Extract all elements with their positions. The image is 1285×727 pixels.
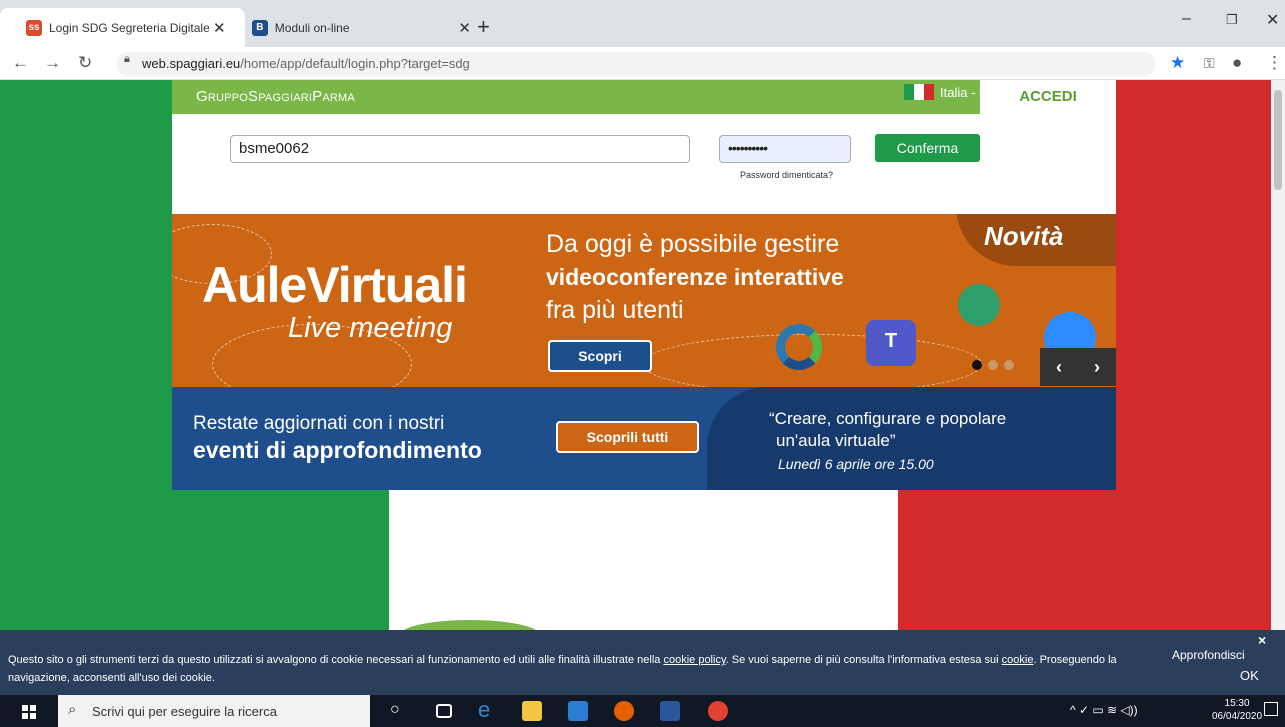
cookie-policy-link[interactable]: cookie policy [663, 654, 725, 666]
event-date: Lunedì 6 aprile ore 15.00 [778, 456, 934, 472]
edge-icon[interactable]: e [478, 697, 498, 722]
banner-line-2: videoconferenze interattive [546, 264, 844, 290]
tab-title: Login SDG Segreteria Digitale Gr [49, 20, 209, 35]
windows-taskbar: ⌕ Scrivi qui per eseguire la ricerca ○ e… [0, 695, 1285, 727]
carousel-controls[interactable]: ‹ › [1040, 348, 1116, 386]
cortana-icon[interactable]: ○ [390, 701, 410, 721]
cookie-text-part: . Se vuoi saperne di più consulta l'info… [725, 654, 1002, 666]
taskbar-search-placeholder: Scrivi qui per eseguire la ricerca [92, 704, 277, 719]
cookie-link[interactable]: cookie [1002, 654, 1034, 666]
event-title-line-2: un'aula virtuale” [776, 431, 896, 450]
confirm-button[interactable]: Conferma [875, 134, 980, 162]
scrollbar[interactable] [1271, 80, 1285, 695]
meet-icon [958, 284, 1000, 326]
close-window-button[interactable]: ✕ [1266, 10, 1279, 30]
aule-virtuali-banner[interactable]: Novità AuleVirtuali Live meeting Da oggi… [172, 214, 1116, 387]
username-input[interactable]: bsme0062 [230, 135, 690, 163]
close-tab-icon[interactable]: ✕ [458, 19, 471, 37]
reload-icon[interactable]: ↻ [78, 53, 92, 73]
banner-line-3: fra più utenti [546, 296, 684, 324]
language-selector[interactable]: Italia - it [904, 84, 986, 100]
search-icon: ⌕ [68, 701, 77, 718]
bookmark-star-icon[interactable]: ★ [1170, 53, 1185, 73]
cookie-close-icon[interactable]: × [1258, 632, 1266, 648]
tab-title: Moduli on-line [274, 20, 350, 35]
approfondisci-link[interactable]: Approfondisci [1172, 648, 1245, 662]
url-field[interactable]: web.spaggiari.eu/home/app/default/login.… [116, 52, 1156, 76]
eventi-banner[interactable]: Restate aggiornati con i nostri eventi d… [172, 387, 1116, 490]
chrome-icon[interactable] [708, 701, 728, 721]
site-header: GruppoSpaggiariParma Italia - it ACCEDI [172, 80, 1116, 114]
mail-icon[interactable] [568, 701, 588, 721]
cookie-text: Questo sito o gli strumenti terzi da que… [8, 651, 1128, 687]
maximize-button[interactable]: ❐ [1226, 12, 1238, 28]
carousel-prev-button[interactable]: ‹ [1056, 357, 1062, 378]
web-page: GruppoSpaggiariParma Italia - it ACCEDI … [0, 80, 1285, 695]
profile-icon[interactable]: ● [1232, 53, 1242, 73]
eventi-line-2: eventi di approfondimento [193, 437, 482, 463]
address-bar-row: ← → ↻ web.spaggiari.eu/home/app/default/… [0, 47, 1285, 80]
task-view-icon[interactable] [436, 704, 452, 718]
new-tab-button[interactable]: + [477, 14, 490, 40]
scrollbar-thumb[interactable] [1274, 90, 1282, 190]
spaggiari-favicon-icon: ss [26, 19, 42, 36]
taskbar-clock[interactable]: 15:30 06/04/2020 [1212, 697, 1262, 723]
word-icon[interactable] [660, 701, 680, 721]
file-explorer-icon[interactable] [522, 701, 542, 721]
aule-subtitle: Live meeting [288, 312, 453, 344]
language-label: Italia - it [940, 84, 986, 100]
browser-tab-bar: ss Login SDG Segreteria Digitale Gr ✕ B … [0, 0, 1285, 47]
novita-badge: Novità [984, 221, 1064, 251]
italy-flag-icon [904, 84, 934, 100]
eventi-line-1: Restate aggiornati con i nostri [193, 413, 445, 434]
tab-accedi[interactable]: ACCEDI [980, 80, 1116, 114]
event-title-line-1: “Creare, configurare e popolare [769, 409, 1007, 428]
notification-icon[interactable] [1264, 702, 1278, 716]
back-arrow-icon[interactable]: ← [12, 53, 29, 73]
taskbar-search-box[interactable]: ⌕ Scrivi qui per eseguire la ricerca [58, 695, 370, 727]
forgot-password-link[interactable]: Password dimenticata? [740, 170, 833, 180]
password-input[interactable]: •••••••••• [719, 135, 851, 163]
scopri-button[interactable]: Scopri [548, 340, 652, 372]
brand-logo[interactable]: GruppoSpaggiariParma [196, 88, 355, 105]
scoprili-tutti-button[interactable]: Scoprili tutti [556, 421, 699, 453]
b-favicon-icon: B [252, 19, 268, 36]
clock-date: 06/04/2020 [1212, 711, 1263, 722]
login-form: bsme0062 •••••••••• Conferma Password di… [172, 114, 1116, 214]
banner-line-1: Da oggi è possibile gestire [546, 230, 840, 258]
close-tab-icon[interactable]: ✕ [213, 19, 226, 37]
tab-login-sdg[interactable]: ss Login SDG Segreteria Digitale Gr ✕ [0, 8, 245, 47]
cookie-banner: Questo sito o gli strumenti terzi da que… [0, 630, 1285, 695]
lock-icon: 🔒︎ [124, 53, 130, 65]
minimize-button[interactable]: – [1182, 10, 1191, 28]
carousel-next-button[interactable]: › [1094, 357, 1100, 378]
key-icon[interactable]: ⚿ [1204, 55, 1215, 72]
webex-icon [776, 324, 822, 370]
windows-start-icon[interactable] [22, 705, 36, 719]
clock-time: 15:30 [1224, 698, 1250, 709]
tab-moduli-online[interactable]: B Moduli on-line ✕ [226, 8, 471, 47]
firefox-icon[interactable] [614, 701, 634, 721]
cookie-ok-button[interactable]: OK [1240, 668, 1259, 683]
aule-title: AuleVirtuali [202, 257, 468, 313]
system-tray-icons[interactable]: ^ ✓ ▭ ≋ ◁)) [1070, 703, 1138, 717]
menu-kebab-icon[interactable]: ⋮ [1266, 53, 1283, 73]
url-host: web.spaggiari.eu [142, 56, 241, 71]
cookie-text-part: Questo sito o gli strumenti terzi da que… [8, 654, 664, 666]
carousel-dots[interactable] [972, 360, 1014, 370]
forward-arrow-icon[interactable]: → [44, 53, 61, 73]
decor-wave [707, 387, 1116, 490]
url-path: /home/app/default/login.php?target=sdg [240, 56, 470, 71]
teams-icon: T [866, 320, 916, 366]
